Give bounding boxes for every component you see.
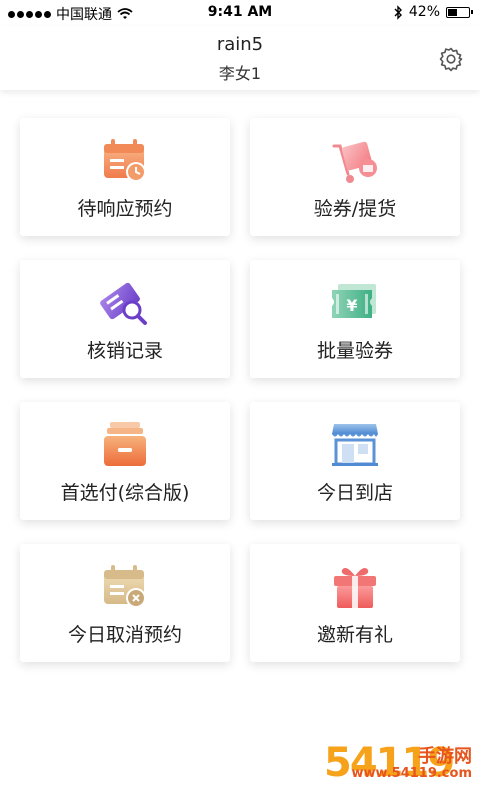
storefront-icon bbox=[332, 424, 378, 466]
status-bar: 中国联通 9:41 AM 42% bbox=[0, 0, 480, 26]
cart-coupon-icon bbox=[332, 141, 377, 183]
menu-item-preferred-pay[interactable]: 首选付(综合版) bbox=[20, 402, 230, 520]
watermark-text: 手游网 bbox=[418, 746, 472, 767]
ticket-search-icon bbox=[100, 282, 147, 325]
menu-item-invite-rewards[interactable]: 邀新有礼 bbox=[250, 544, 460, 662]
menu-item-todays-visits[interactable]: 今日到店 bbox=[250, 402, 460, 520]
menu-item-batch-verify[interactable]: ¥ 批量验券 bbox=[250, 260, 460, 378]
gift-icon bbox=[334, 568, 376, 608]
menu-item-pending-appointments[interactable]: 待响应预约 bbox=[20, 118, 230, 236]
nav-header: rain5 李女1 bbox=[0, 26, 480, 90]
menu-item-redemption-records[interactable]: 核销记录 bbox=[20, 260, 230, 378]
drawer-box-icon bbox=[104, 422, 146, 466]
menu-item-label: 核销记录 bbox=[86, 340, 163, 362]
page-title: rain5 bbox=[216, 34, 264, 55]
gear-icon[interactable] bbox=[438, 46, 464, 72]
menu-item-label: 今日到店 bbox=[316, 482, 393, 504]
menu-item-label: 邀新有礼 bbox=[316, 624, 393, 646]
yen-ticket-icon: ¥ bbox=[332, 284, 376, 318]
calendar-clock-icon bbox=[104, 139, 146, 182]
battery-percent: 42% bbox=[408, 4, 440, 20]
menu-item-label: 待响应预约 bbox=[77, 198, 173, 220]
menu-item-verify-coupon[interactable]: 验券/提货 bbox=[250, 118, 460, 236]
bluetooth-icon bbox=[394, 4, 402, 20]
menu-item-label: 首选付(综合版) bbox=[60, 482, 190, 504]
status-right: 42% bbox=[393, 4, 473, 20]
user-name: 李女1 bbox=[218, 64, 262, 83]
svg-text:¥: ¥ bbox=[346, 296, 357, 315]
battery-icon bbox=[446, 6, 473, 18]
menu-item-label: 批量验券 bbox=[316, 340, 393, 362]
watermark-logo: 54119 手游网 www.54119.com bbox=[324, 734, 474, 794]
menu-item-label: 验券/提货 bbox=[313, 198, 397, 220]
watermark-url: www.54119.com bbox=[351, 766, 473, 781]
menu-item-cancelled-appointments[interactable]: 今日取消预约 bbox=[20, 544, 230, 662]
menu-item-label: 今日取消预约 bbox=[67, 624, 182, 646]
calendar-cancel-icon bbox=[104, 565, 146, 608]
